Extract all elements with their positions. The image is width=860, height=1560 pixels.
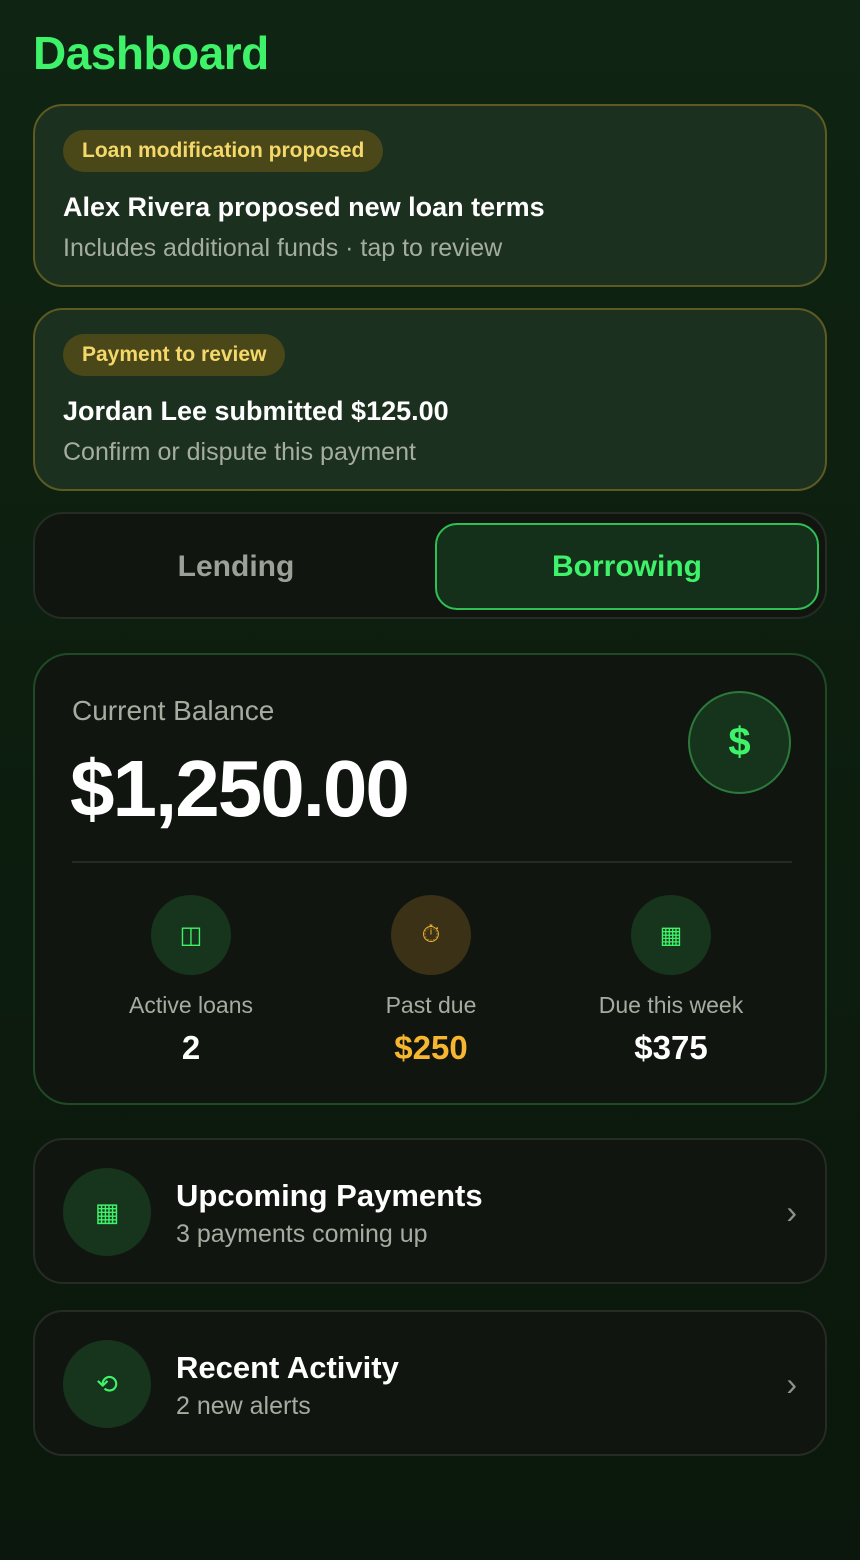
stat-label: Due this week bbox=[598, 992, 744, 1018]
notice-subtext: Includes additional funds · tap to revie… bbox=[63, 234, 503, 262]
dollar-icon: $ bbox=[688, 691, 791, 794]
row-subtitle: 3 payments coming up bbox=[176, 1220, 428, 1248]
recent-activity-row[interactable]: ⟲ Recent Activity 2 new alerts › bbox=[33, 1310, 827, 1456]
notice-subtext: Confirm or dispute this payment bbox=[63, 438, 416, 466]
mode-toggle: Lending Borrowing bbox=[33, 512, 827, 619]
stat-active-loans: ◫ Active loans 2 bbox=[71, 895, 311, 1067]
stat-past-due: ⏱ Past due $250 bbox=[311, 895, 551, 1067]
balance-card: Current Balance $1,250.00 $ ◫ Active loa… bbox=[33, 653, 827, 1105]
balance-amount: $1,250.00 bbox=[70, 744, 410, 833]
balance-label: Current Balance bbox=[72, 695, 275, 726]
divider bbox=[72, 861, 792, 863]
row-title: Recent Activity bbox=[176, 1350, 399, 1385]
stat-value: $375 bbox=[634, 1029, 708, 1066]
calendar-icon: ▦ bbox=[631, 895, 711, 975]
stat-due-this-week: ▦ Due this week $375 bbox=[551, 895, 791, 1067]
columns-icon: ◫ bbox=[151, 895, 231, 975]
chevron-right-icon: › bbox=[786, 1194, 797, 1230]
stat-value: $250 bbox=[394, 1029, 468, 1066]
notice-headline: Alex Rivera proposed new loan terms bbox=[63, 192, 545, 222]
row-subtitle: 2 new alerts bbox=[176, 1392, 311, 1420]
notice-headline: Jordan Lee submitted $125.00 bbox=[63, 396, 449, 426]
chevron-right-icon: › bbox=[786, 1366, 797, 1402]
payment-review-notice[interactable]: Payment to review Jordan Lee submitted $… bbox=[33, 308, 827, 491]
loan-modification-notice[interactable]: Loan modification proposed Alex Rivera p… bbox=[33, 104, 827, 287]
notice-badge: Loan modification proposed bbox=[63, 130, 384, 172]
history-icon: ⟲ bbox=[63, 1340, 151, 1428]
stat-value: 2 bbox=[181, 1029, 201, 1066]
stat-label: Past due bbox=[385, 992, 477, 1018]
stat-label: Active loans bbox=[128, 992, 253, 1018]
upcoming-payments-row[interactable]: ▦ Upcoming Payments 3 payments coming up… bbox=[33, 1138, 827, 1284]
calendar-icon: ▦ bbox=[63, 1168, 151, 1256]
notice-badge: Payment to review bbox=[63, 334, 286, 376]
tab-lending[interactable]: Lending bbox=[44, 523, 428, 610]
page-title: Dashboard bbox=[33, 27, 269, 79]
row-title: Upcoming Payments bbox=[176, 1178, 483, 1213]
tab-borrowing[interactable]: Borrowing bbox=[435, 523, 819, 610]
stopwatch-icon: ⏱ bbox=[391, 895, 471, 975]
